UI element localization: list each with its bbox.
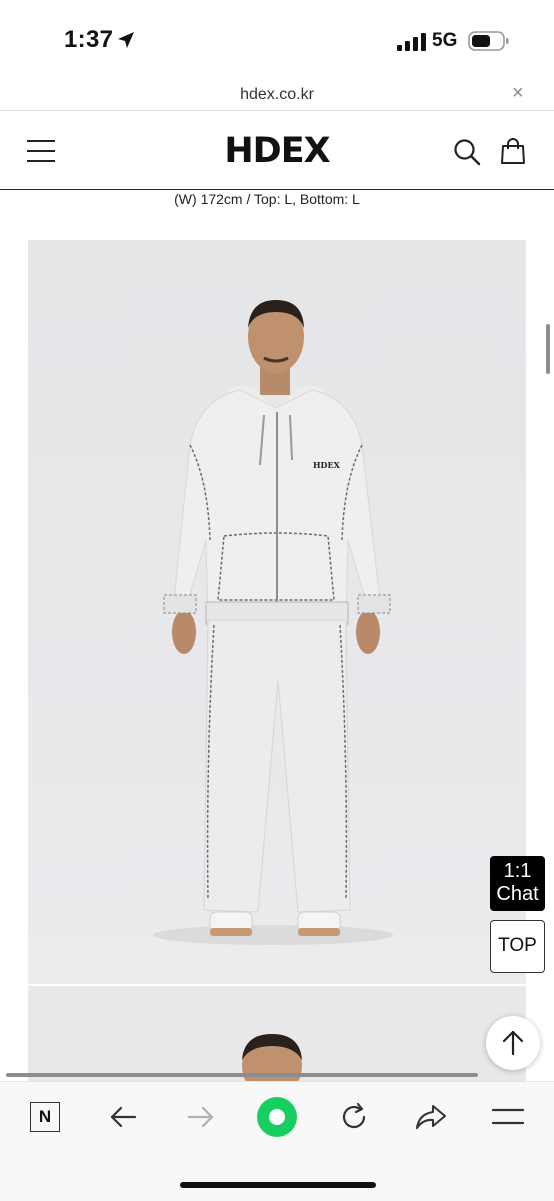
model-size-info: (W) 172cm / Top: L, Bottom: L <box>174 191 360 207</box>
one-to-one-chat-button[interactable]: 1:1 Chat <box>490 856 545 911</box>
green-circle-icon[interactable] <box>256 1096 298 1138</box>
scroll-up-button[interactable] <box>486 1016 540 1070</box>
arrow-up-icon <box>502 1030 524 1056</box>
chat-label-top: 1:1 <box>503 860 532 882</box>
chat-label-bottom: Chat <box>496 883 539 905</box>
product-image: HDEX <box>28 240 526 984</box>
shopping-bag-icon[interactable] <box>500 137 526 165</box>
forward-arrow-icon[interactable] <box>186 1102 216 1132</box>
url-text[interactable]: hdex.co.kr <box>0 86 554 104</box>
back-arrow-icon[interactable] <box>108 1102 138 1132</box>
search-icon[interactable] <box>453 138 481 166</box>
location-arrow-icon <box>118 32 134 48</box>
close-icon[interactable]: × <box>512 82 524 105</box>
battery-icon <box>468 31 509 51</box>
model-figure: HDEX <box>153 300 393 945</box>
network-type: 5G <box>432 30 458 51</box>
product-image-second <box>28 986 526 1086</box>
reload-icon[interactable] <box>338 1101 370 1133</box>
chest-brand-print: HDEX <box>313 460 341 470</box>
share-icon[interactable] <box>414 1101 448 1133</box>
horizontal-scrollbar[interactable] <box>6 1073 478 1077</box>
naver-n-icon[interactable]: N <box>30 1102 60 1132</box>
menu-icon[interactable] <box>492 1106 524 1128</box>
home-indicator[interactable] <box>180 1182 376 1188</box>
model-head-partial <box>242 1034 302 1086</box>
vertical-scrollbar[interactable] <box>546 324 550 374</box>
scroll-top-button[interactable]: TOP <box>490 920 545 973</box>
status-time: 1:37 <box>64 26 114 53</box>
signal-bars-icon <box>397 33 426 51</box>
